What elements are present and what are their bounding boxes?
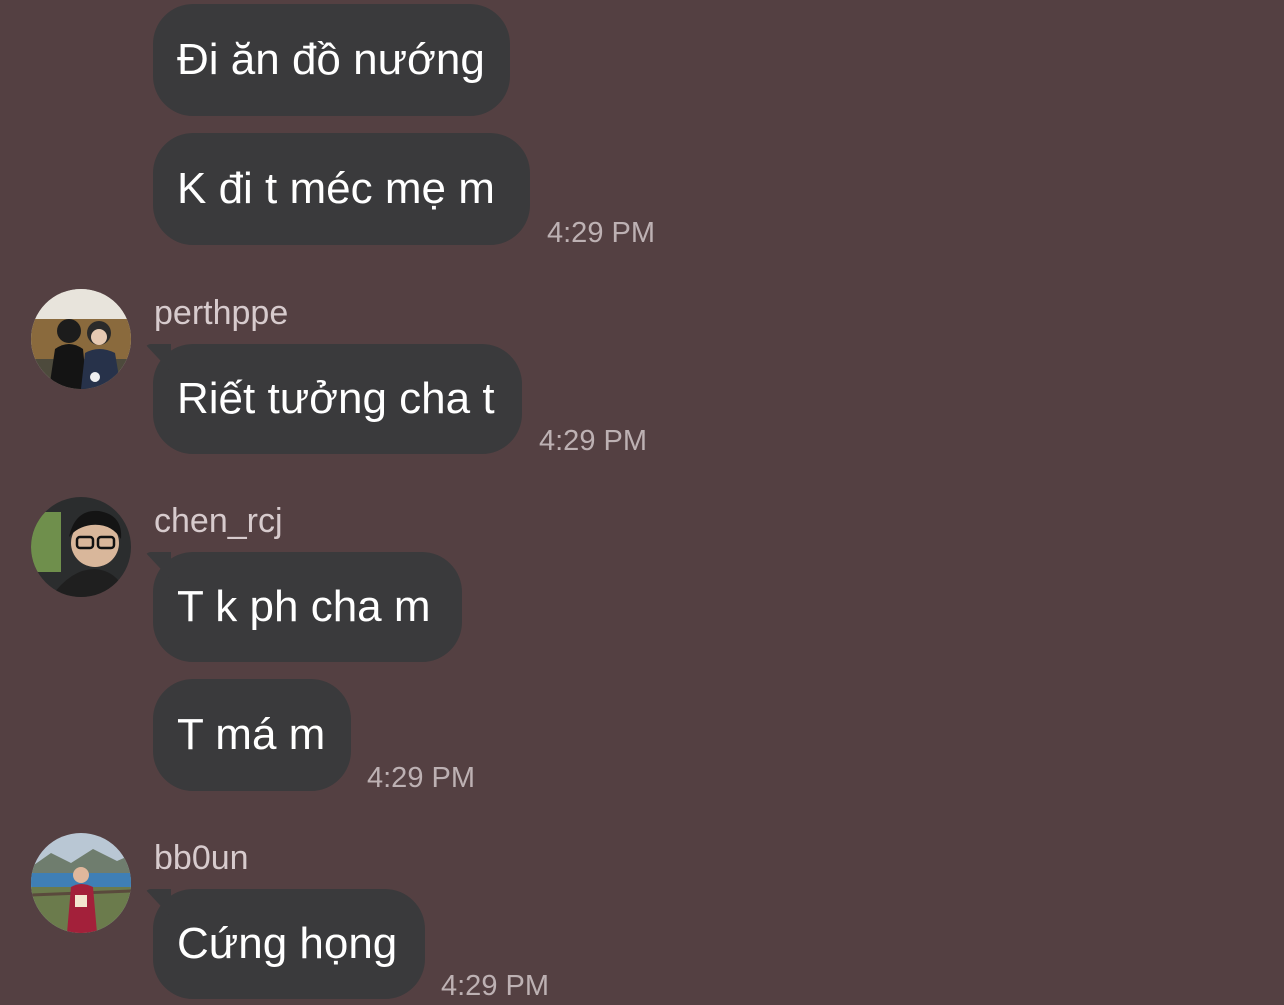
- message-bubble[interactable]: Đi ăn đồ nướng: [153, 4, 510, 116]
- avatar-chen-rcj[interactable]: [31, 497, 131, 597]
- message-text: K đi t méc mẹ m: [177, 164, 495, 213]
- message-timestamp: 4:29 PM: [547, 217, 655, 249]
- message-bubble[interactable]: T má m: [153, 679, 351, 791]
- message-timestamp: 4:29 PM: [441, 970, 549, 1002]
- message-bubble[interactable]: K đi t méc mẹ m: [153, 133, 530, 245]
- message-bubble[interactable]: Riết tưởng cha t: [153, 344, 522, 454]
- message-text: Đi ăn đồ nướng: [177, 35, 485, 84]
- chat-thread: Đi ăn đồ nướng K đi t méc mẹ m 4:29 PM p…: [0, 0, 1284, 1005]
- avatar-bb0un[interactable]: [31, 833, 131, 933]
- sender-name: chen_rcj: [154, 502, 283, 540]
- sender-name: perthppe: [154, 294, 289, 332]
- sender-name: bb0un: [154, 839, 249, 877]
- message-timestamp: 4:29 PM: [539, 425, 647, 457]
- message-text: Cứng họng: [177, 919, 398, 968]
- message-bubble[interactable]: T k ph cha m: [153, 552, 462, 662]
- message-bubble[interactable]: Cứng họng: [153, 889, 425, 999]
- message-text: T k ph cha m: [177, 582, 431, 631]
- avatar-perthppe[interactable]: [31, 289, 131, 389]
- message-text: Riết tưởng cha t: [177, 374, 495, 423]
- message-timestamp: 4:29 PM: [367, 762, 475, 794]
- message-text: T má m: [177, 710, 326, 759]
